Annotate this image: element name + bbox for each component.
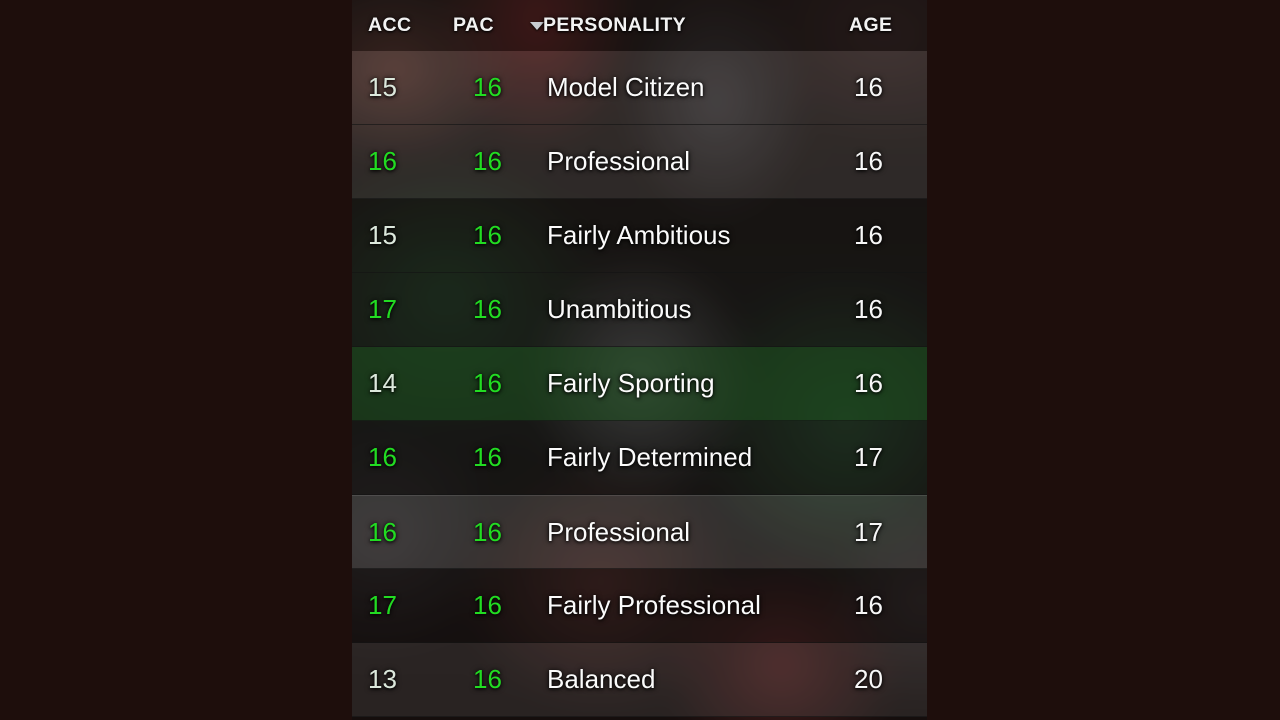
cell-personality: Fairly Ambitious (547, 220, 731, 250)
cell-pac: 16 (473, 72, 502, 102)
table-row[interactable]: 16 16 Fairly Determined 17 (352, 421, 927, 495)
table-row[interactable]: 15 16 Fairly Ambitious 16 (352, 199, 927, 273)
table-row[interactable]: 15 16 Model Citizen 16 (352, 51, 927, 125)
table-row[interactable]: 16 16 Professional 16 (352, 125, 927, 199)
cell-age: 16 (854, 368, 883, 398)
cell-personality: Unambitious (547, 294, 692, 324)
app-window: ACC PAC PERSONALITY AGE 15 16 Model Citize… (0, 0, 1280, 720)
table-row[interactable]: 16 16 Professional 17 (352, 495, 927, 569)
cell-age: 17 (854, 442, 883, 472)
cell-acc: 17 (368, 590, 397, 620)
cell-acc: 14 (368, 368, 397, 398)
table-row[interactable]: 14 16 Fairly Sporting 16 (352, 347, 927, 421)
cell-personality: Balanced (547, 664, 656, 694)
column-header-age[interactable]: AGE (849, 0, 892, 51)
cell-personality: Fairly Professional (547, 590, 761, 620)
cell-age: 16 (854, 72, 883, 102)
cell-pac: 16 (473, 368, 502, 398)
cell-age: 16 (854, 590, 883, 620)
cell-acc: 16 (368, 516, 397, 547)
cell-personality: Fairly Determined (547, 442, 753, 472)
table-row[interactable]: 17 16 Unambitious 16 (352, 273, 927, 347)
letterbox-left (0, 0, 352, 720)
squad-attributes-table: ACC PAC PERSONALITY AGE 15 16 Model Citize… (352, 0, 927, 720)
cell-acc: 13 (368, 664, 397, 694)
cell-pac: 16 (473, 590, 502, 620)
table-row[interactable]: 13 16 Balanced 20 (352, 643, 927, 717)
table-header-row: ACC PAC PERSONALITY AGE (352, 0, 927, 51)
cell-pac: 16 (473, 516, 502, 547)
cell-age: 20 (854, 664, 883, 694)
table-body: 15 16 Model Citizen 16 16 16 Professional 16 15 1… (352, 51, 927, 720)
table-row[interactable]: 17 16 Fairly Professional 16 (352, 569, 927, 643)
column-header-pac[interactable]: PAC (453, 0, 494, 51)
cell-acc: 15 (368, 72, 397, 102)
letterbox-right (927, 0, 1280, 720)
cell-personality: Fairly Sporting (547, 368, 715, 398)
cell-pac: 16 (473, 294, 502, 324)
column-header-acc[interactable]: ACC (368, 0, 411, 51)
cell-personality: Professional (547, 146, 691, 176)
column-header-personality[interactable]: PERSONALITY (543, 0, 686, 51)
cell-age: 16 (854, 146, 883, 176)
attributes-table-panel: ACC PAC PERSONALITY AGE 15 16 Model Citize… (352, 0, 927, 720)
cell-acc: 16 (368, 146, 397, 176)
cell-pac: 16 (473, 664, 502, 694)
cell-age: 16 (854, 294, 883, 324)
cell-pac: 16 (473, 442, 502, 472)
cell-age: 17 (854, 516, 883, 547)
cell-acc: 16 (368, 442, 397, 472)
cell-personality: Professional (547, 516, 691, 547)
cell-age: 16 (854, 220, 883, 250)
cell-pac: 16 (473, 146, 502, 176)
cell-personality: Model Citizen (547, 72, 705, 102)
cell-acc: 15 (368, 220, 397, 250)
cell-acc: 17 (368, 294, 397, 324)
cell-pac: 16 (473, 220, 502, 250)
